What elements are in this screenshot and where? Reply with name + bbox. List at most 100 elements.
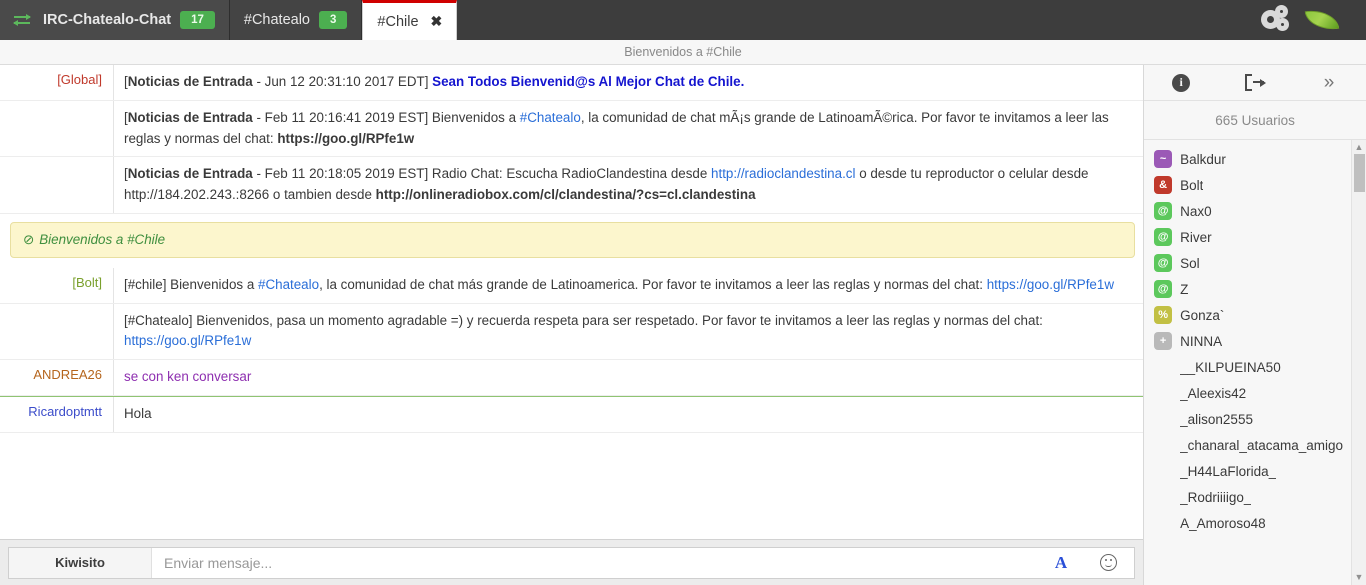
user-mode-badge: @ bbox=[1154, 280, 1173, 298]
user-name: Z bbox=[1180, 281, 1189, 297]
message-nick bbox=[0, 304, 113, 360]
chevron-right-double-icon: » bbox=[1323, 72, 1335, 93]
list-item[interactable]: @ River bbox=[1144, 224, 1351, 250]
user-name: Balkdur bbox=[1180, 151, 1226, 167]
message-text: se con ken conversar bbox=[113, 360, 1143, 395]
list-item[interactable]: _alison2555 bbox=[1144, 406, 1351, 432]
collapse-panel-button[interactable]: » bbox=[1292, 73, 1366, 92]
url-link[interactable]: https://goo.gl/RPfe1w bbox=[277, 131, 414, 146]
user-count-label: 665 Usuarios bbox=[1144, 101, 1366, 140]
user-mode-badge bbox=[1154, 384, 1172, 402]
channel-info-button[interactable]: i bbox=[1144, 73, 1218, 92]
main-body: [Global] [Noticias de Entrada - Jun 12 2… bbox=[0, 65, 1366, 585]
msg-part: [#Chatealo] Bienvenidos, pasa un momento… bbox=[124, 312, 1043, 328]
user-mode-badge: + bbox=[1154, 332, 1173, 350]
user-name: _Aleexis42 bbox=[1180, 385, 1247, 401]
tab-chile[interactable]: #Chile ✖ bbox=[362, 0, 458, 40]
list-item[interactable]: + NINNA bbox=[1144, 328, 1351, 354]
user-list: ~ Balkdur & Bolt @ Nax0 @ River @ Sol @ Z % Gon… bbox=[1144, 140, 1351, 585]
url-link[interactable]: https://goo.gl/RPfe1w bbox=[987, 277, 1114, 292]
message-nick[interactable]: [Bolt] bbox=[0, 268, 113, 303]
message-text: [Noticias de Entrada - Jun 12 20:31:10 2… bbox=[113, 65, 1143, 100]
channel-topic-text: Bienvenidos a #Chile bbox=[624, 45, 742, 59]
close-icon[interactable]: ✖ bbox=[431, 13, 443, 30]
msg-part: Sean Todos Bienvenid@s Al Mejor Chat de … bbox=[432, 74, 745, 89]
tab-chatealo[interactable]: #Chatealo 3 bbox=[229, 0, 363, 40]
tab-irc-chatealo-chat[interactable]: IRC-Chatealo-Chat 17 bbox=[0, 0, 230, 40]
channel-topic-bar: Bienvenidos a #Chile bbox=[0, 40, 1366, 65]
msg-part: se con ken conversar bbox=[124, 369, 252, 385]
list-item[interactable]: _Rodriiiigo_ bbox=[1144, 484, 1351, 510]
scrollbar-thumb[interactable] bbox=[1353, 154, 1365, 192]
user-mode-badge: @ bbox=[1154, 202, 1173, 220]
list-item[interactable]: _chanaral_atacama_amigo bbox=[1144, 432, 1351, 458]
user-name: __KILPUEINA50 bbox=[1180, 359, 1281, 375]
list-item[interactable]: ~ Balkdur bbox=[1144, 146, 1351, 172]
message-nick[interactable]: [Global] bbox=[0, 65, 113, 100]
tab-label: #Chile bbox=[377, 13, 419, 30]
table-row: ANDREA26 se con ken conversar bbox=[0, 360, 1144, 396]
channel-link[interactable]: #Chatealo bbox=[258, 277, 319, 292]
msg-part: Noticias de Entrada bbox=[127, 166, 253, 182]
list-item[interactable]: A_Amoroso48 bbox=[1144, 510, 1351, 536]
list-item[interactable]: @ Nax0 bbox=[1144, 198, 1351, 224]
user-name: Bolt bbox=[1180, 177, 1204, 193]
user-panel-toolbar: i » bbox=[1144, 65, 1366, 101]
table-row: Ricardoptmtt Hola bbox=[0, 395, 1144, 433]
tab-label: #Chatealo bbox=[243, 12, 310, 28]
text-format-icon[interactable]: A bbox=[1055, 553, 1067, 573]
list-item[interactable]: & Bolt bbox=[1144, 172, 1351, 198]
message-input[interactable] bbox=[152, 547, 1039, 578]
user-list-wrapper: ~ Balkdur & Bolt @ Nax0 @ River @ Sol @ Z % Gon… bbox=[1144, 140, 1366, 585]
message-input-bar: Kiwisito A bbox=[0, 539, 1144, 585]
list-item[interactable]: __KILPUEINA50 bbox=[1144, 354, 1351, 380]
tab-badge: 3 bbox=[319, 10, 348, 30]
url-link[interactable]: https://goo.gl/RPfe1w bbox=[124, 333, 251, 348]
network-swap-icon bbox=[13, 13, 34, 27]
message-text: Hola bbox=[113, 396, 1143, 432]
table-row: [#Chatealo] Bienvenidos, pasa un momento… bbox=[0, 303, 1144, 361]
input-wrapper: Kiwisito A bbox=[8, 546, 1136, 579]
message-text: [Noticias de Entrada - Feb 11 20:18:05 2… bbox=[113, 157, 1143, 213]
list-item[interactable]: _Aleexis42 bbox=[1144, 380, 1351, 406]
list-item[interactable]: @ Z bbox=[1144, 276, 1351, 302]
message-nick[interactable]: ANDREA26 bbox=[0, 360, 113, 395]
user-mode-badge: & bbox=[1154, 176, 1173, 194]
user-mode-badge bbox=[1154, 410, 1172, 428]
user-name: River bbox=[1180, 229, 1212, 245]
settings-gears-icon[interactable] bbox=[1262, 6, 1292, 34]
msg-part: Noticias de Entrada bbox=[127, 74, 253, 89]
scroll-down-arrow-icon[interactable]: ▼ bbox=[1355, 573, 1364, 582]
current-nick-button[interactable]: Kiwisito bbox=[9, 547, 152, 578]
user-mode-badge: % bbox=[1154, 306, 1173, 324]
msg-part: [#chile] Bienvenidos a bbox=[124, 276, 258, 292]
tab-label: IRC-Chatealo-Chat bbox=[43, 12, 172, 28]
list-item[interactable]: % Gonza` bbox=[1144, 302, 1351, 328]
smiley-icon[interactable] bbox=[1100, 554, 1118, 571]
url-link[interactable]: http://radioclandestina.cl bbox=[711, 166, 855, 181]
user-list-scrollbar[interactable]: ▲ ▼ bbox=[1351, 140, 1366, 585]
user-mode-badge bbox=[1154, 358, 1172, 376]
message-text: [Noticias de Entrada - Feb 11 20:16:41 2… bbox=[113, 100, 1143, 157]
list-item[interactable]: @ Sol bbox=[1144, 250, 1351, 276]
leave-channel-button[interactable] bbox=[1218, 74, 1292, 91]
url-link[interactable]: http://onlineradiobox.com/cl/clandestina… bbox=[376, 187, 756, 202]
message-nick[interactable]: Ricardoptmtt bbox=[0, 397, 113, 432]
topic-banner-channel: #Chile bbox=[127, 231, 166, 247]
input-tools: A bbox=[1038, 548, 1134, 578]
scroll-up-arrow-icon[interactable]: ▲ bbox=[1355, 143, 1364, 152]
user-name: _alison2555 bbox=[1180, 411, 1253, 427]
user-name: _chanaral_atacama_amigo bbox=[1180, 437, 1343, 453]
user-name: Sol bbox=[1180, 255, 1200, 271]
list-item[interactable]: _H44LaFlorida_ bbox=[1144, 458, 1351, 484]
user-name: _H44LaFlorida_ bbox=[1180, 463, 1277, 479]
message-text: [#chile] Bienvenidos a #Chatealo, la com… bbox=[113, 267, 1143, 303]
msg-part: - Jun 12 20:31:10 2017 EDT] bbox=[252, 74, 433, 89]
user-mode-badge: ~ bbox=[1154, 150, 1173, 168]
message-nick bbox=[0, 157, 113, 213]
tab-badge: 17 bbox=[180, 10, 215, 30]
channel-link[interactable]: #Chatealo bbox=[520, 110, 581, 125]
header-actions bbox=[1262, 0, 1366, 40]
info-icon: i bbox=[1172, 73, 1191, 92]
table-row: [Noticias de Entrada - Feb 11 20:18:05 2… bbox=[0, 157, 1144, 214]
